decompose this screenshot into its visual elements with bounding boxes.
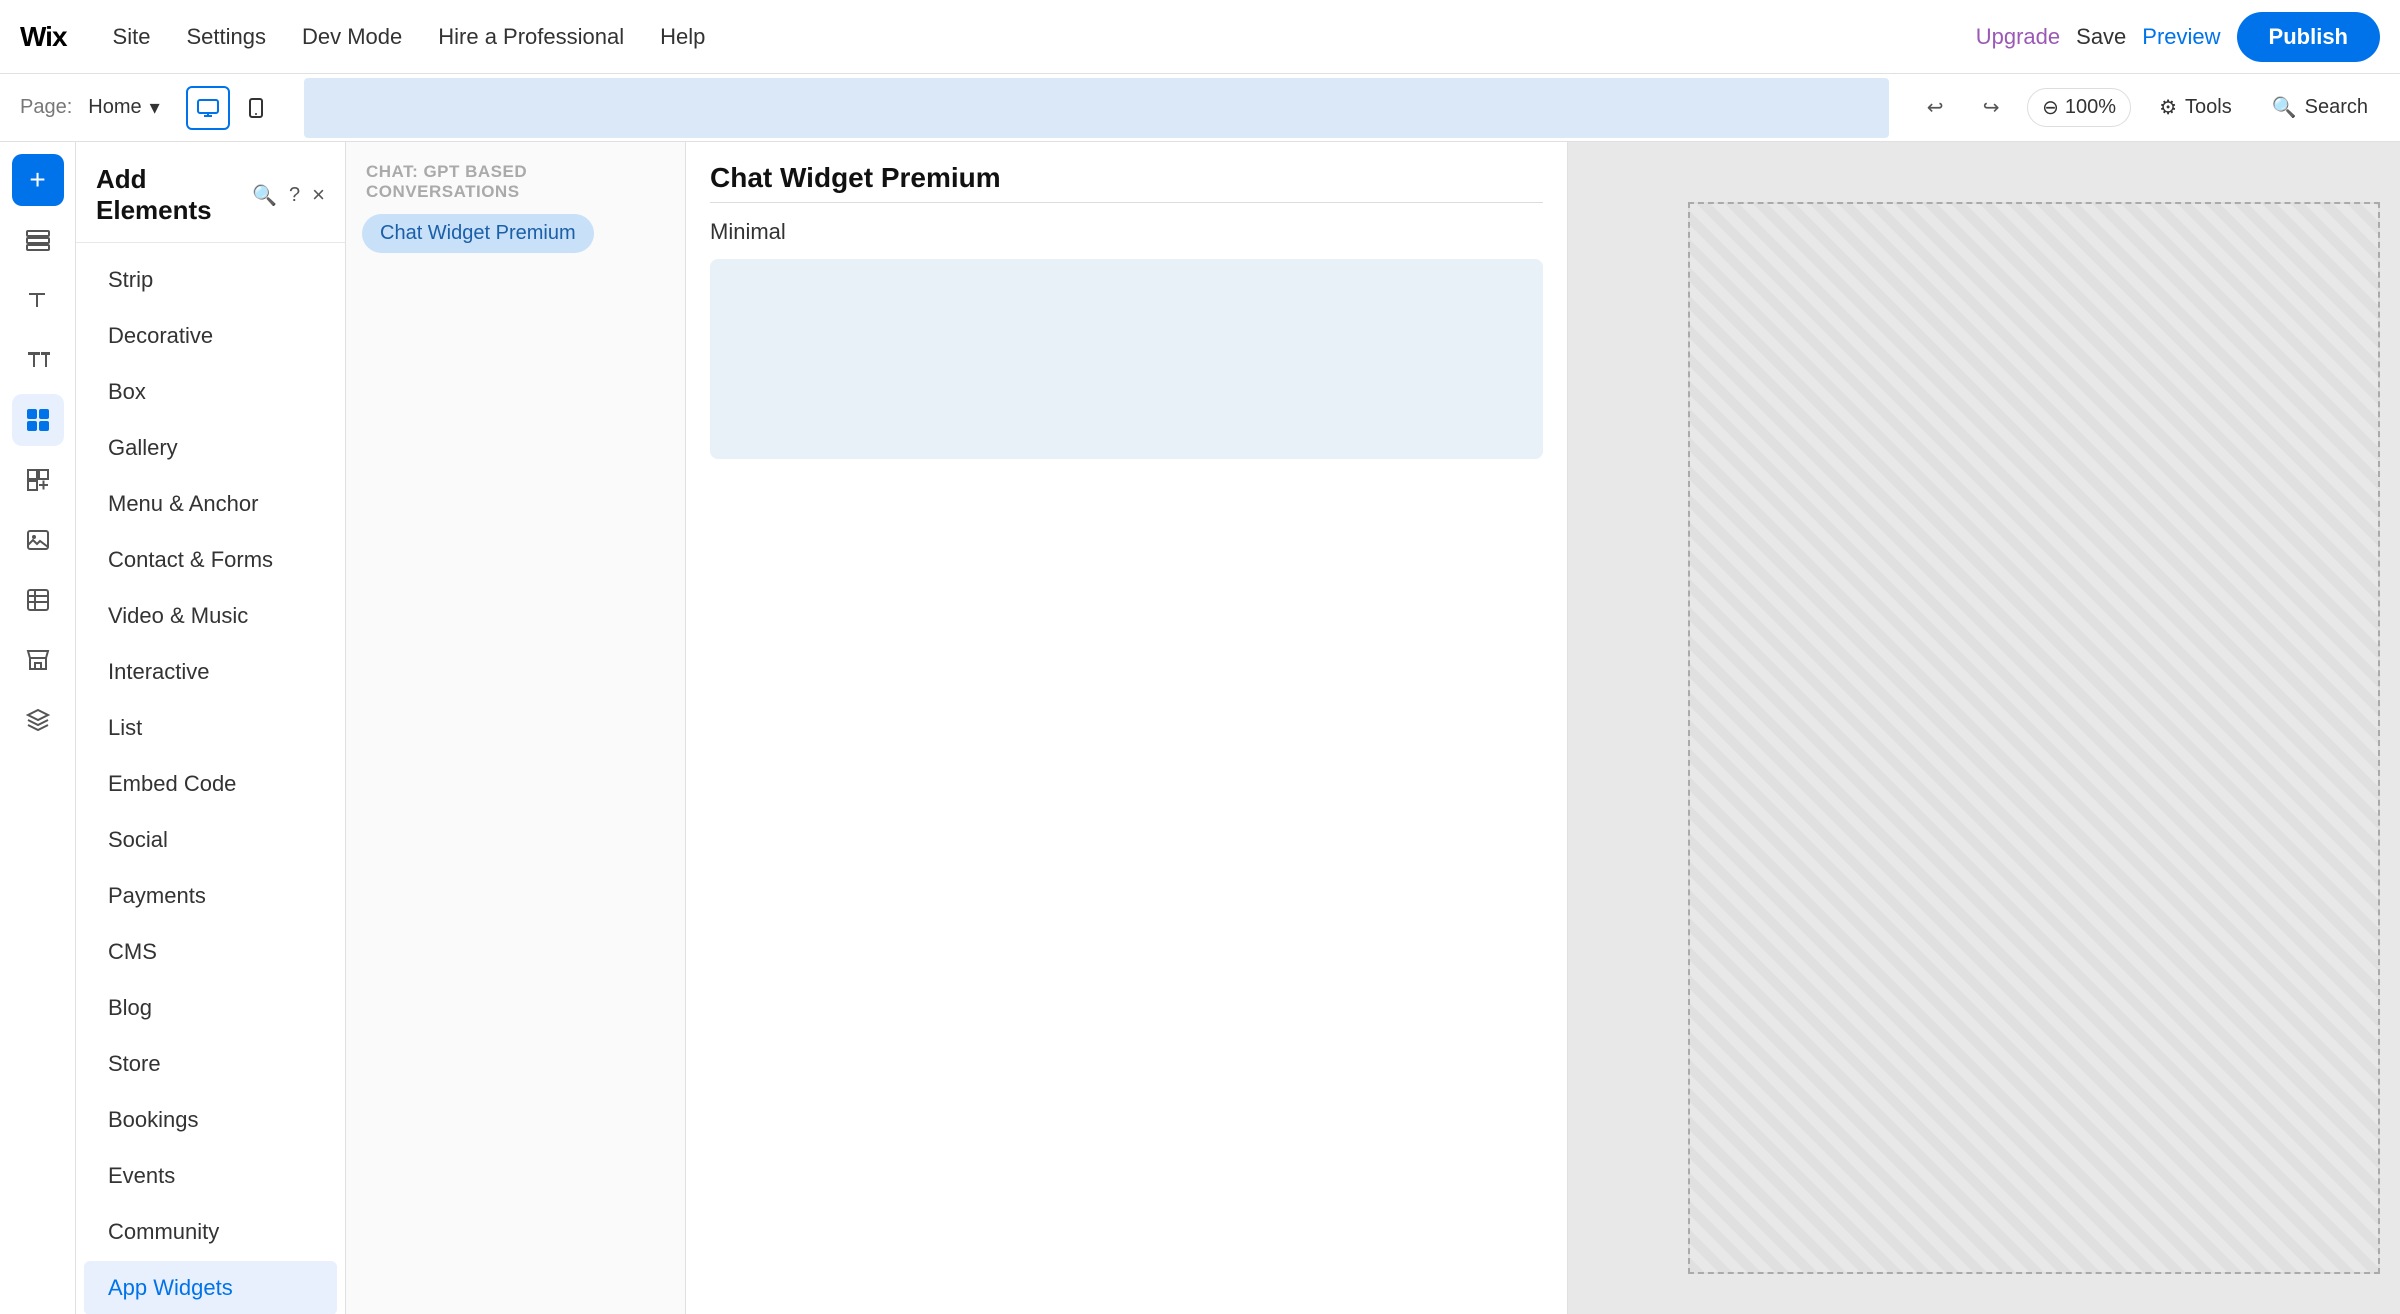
top-bar: Wix Site Settings Dev Mode Hire a Profes… xyxy=(0,0,2400,74)
widget-preview-box[interactable] xyxy=(710,259,1543,459)
element-events[interactable]: Events xyxy=(84,1149,337,1203)
element-video-music[interactable]: Video & Music xyxy=(84,589,337,643)
elements-list: Strip Decorative Box Gallery Menu & Anch… xyxy=(76,243,345,1314)
tools-icon: ⚙ xyxy=(2159,95,2177,120)
widget-title: Chat Widget Premium xyxy=(710,162,1543,194)
category-label: CHAT: GPT BASED CONVERSATIONS xyxy=(362,162,669,202)
element-gallery[interactable]: Gallery xyxy=(84,421,337,475)
zoom-control[interactable]: ⊖ 100% xyxy=(2027,88,2131,127)
search-icon: 🔍 xyxy=(2272,95,2297,120)
table-icon-button[interactable] xyxy=(12,574,64,626)
widget-variant-label: Minimal xyxy=(710,219,1543,245)
stack-icon-button[interactable] xyxy=(12,694,64,746)
panel-help-icon[interactable]: ? xyxy=(289,184,300,207)
widget-chip[interactable]: Chat Widget Premium xyxy=(362,214,594,253)
redo-button[interactable]: ↪ xyxy=(1971,88,2011,128)
store-icon-button[interactable] xyxy=(12,634,64,686)
panel-search-area: 🔍 ? × xyxy=(252,182,325,208)
add-widget-icon-button[interactable] xyxy=(12,394,64,446)
nav-hire-professional[interactable]: Hire a Professional xyxy=(422,16,640,58)
search-button[interactable]: 🔍 Search xyxy=(2260,89,2380,126)
zoom-minus-icon: ⊖ xyxy=(2042,95,2059,120)
secondary-bar: Page: Home ▾ ↩ ↪ ⊖ 100% ⚙ Tools 🔍 Search xyxy=(0,74,2400,142)
canvas-dashed-box xyxy=(1688,202,2381,1274)
element-store[interactable]: Store xyxy=(84,1037,337,1091)
element-decorative[interactable]: Decorative xyxy=(84,309,337,363)
search-label: Search xyxy=(2305,96,2368,119)
undo-button[interactable]: ↩ xyxy=(1915,88,1955,128)
page-selector[interactable]: Home ▾ xyxy=(88,95,159,120)
main-layout: + Add Elements xyxy=(0,142,2400,1314)
element-contact-forms[interactable]: Contact & Forms xyxy=(84,533,337,587)
nav-site[interactable]: Site xyxy=(97,16,167,58)
save-button[interactable]: Save xyxy=(2076,24,2126,50)
widget-divider xyxy=(710,202,1543,203)
secondary-bar-right: ↩ ↪ ⊖ 100% ⚙ Tools 🔍 Search xyxy=(1915,88,2380,128)
element-list[interactable]: List xyxy=(84,701,337,755)
element-blog[interactable]: Blog xyxy=(84,981,337,1035)
right-preview-panel: Chat Widget Premium Minimal xyxy=(686,142,1568,1314)
text-icon-button[interactable] xyxy=(12,274,64,326)
top-bar-right: Upgrade Save Preview Publish xyxy=(1976,12,2380,62)
middle-panel: CHAT: GPT BASED CONVERSATIONS Chat Widge… xyxy=(346,142,686,1314)
page-label: Page: xyxy=(20,96,72,119)
element-community[interactable]: Community xyxy=(84,1205,337,1259)
upgrade-button[interactable]: Upgrade xyxy=(1976,24,2060,50)
mobile-view-button[interactable] xyxy=(234,86,278,130)
canvas-inner xyxy=(1690,204,2379,1272)
element-embed-code[interactable]: Embed Code xyxy=(84,757,337,811)
tools-label: Tools xyxy=(2185,96,2232,119)
panel-search-icon[interactable]: 🔍 xyxy=(252,183,277,208)
nav-dev-mode[interactable]: Dev Mode xyxy=(286,16,418,58)
panel-header: Add Elements 🔍 ? × xyxy=(76,142,345,243)
nav-help[interactable]: Help xyxy=(644,16,721,58)
typography-icon-button[interactable] xyxy=(12,334,64,386)
apps-icon-button[interactable] xyxy=(12,454,64,506)
zoom-level: 100% xyxy=(2065,96,2116,119)
element-box[interactable]: Box xyxy=(84,365,337,419)
add-elements-button[interactable]: + xyxy=(12,154,64,206)
tools-button[interactable]: ⚙ Tools xyxy=(2147,89,2244,126)
publish-button[interactable]: Publish xyxy=(2237,12,2380,62)
element-cms[interactable]: CMS xyxy=(84,925,337,979)
page-name: Home xyxy=(88,96,141,119)
element-app-widgets[interactable]: App Widgets xyxy=(84,1261,337,1314)
chevron-down-icon: ▾ xyxy=(150,95,160,120)
panel-title: Add Elements xyxy=(96,164,252,226)
desktop-view-button[interactable] xyxy=(186,86,230,130)
preview-button[interactable]: Preview xyxy=(2142,24,2220,50)
add-elements-panel: Add Elements 🔍 ? × Strip Decorative Box … xyxy=(76,142,346,1314)
element-bookings[interactable]: Bookings xyxy=(84,1093,337,1147)
element-social[interactable]: Social xyxy=(84,813,337,867)
element-menu-anchor[interactable]: Menu & Anchor xyxy=(84,477,337,531)
canvas-tab-area xyxy=(304,78,1889,138)
element-interactive[interactable]: Interactive xyxy=(84,645,337,699)
media-icon-button[interactable] xyxy=(12,514,64,566)
element-strip[interactable]: Strip xyxy=(84,253,337,307)
wix-logo: Wix xyxy=(20,21,67,53)
nav-settings[interactable]: Settings xyxy=(170,16,282,58)
panel-close-icon[interactable]: × xyxy=(312,182,325,208)
device-switcher xyxy=(186,86,278,130)
top-nav: Site Settings Dev Mode Hire a Profession… xyxy=(97,16,1976,58)
left-icon-bar: + xyxy=(0,142,76,1314)
layers-icon-button[interactable] xyxy=(12,214,64,266)
canvas-main xyxy=(1568,142,2400,1314)
element-payments[interactable]: Payments xyxy=(84,869,337,923)
